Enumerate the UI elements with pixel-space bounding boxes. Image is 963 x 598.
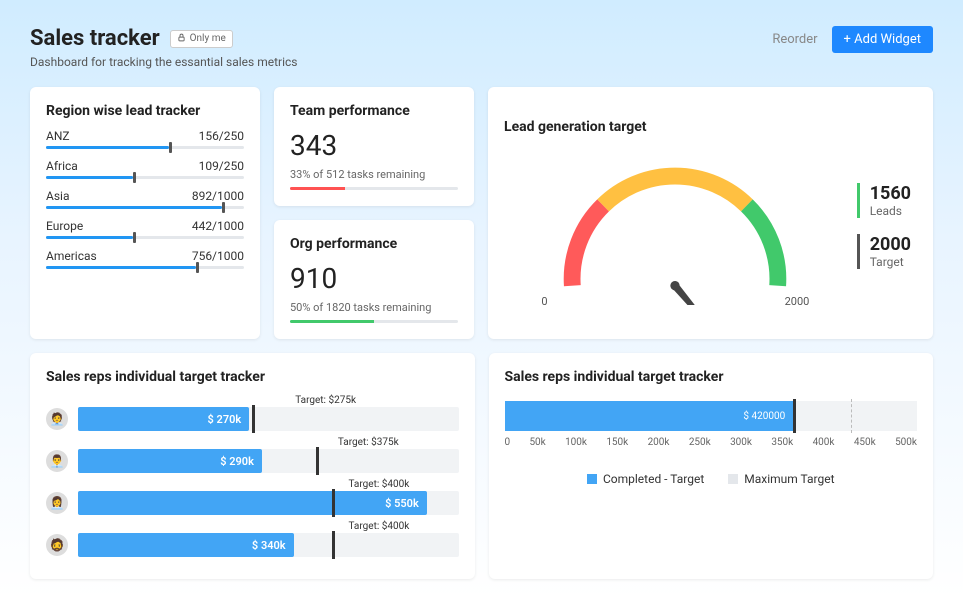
region-val: 892/1000: [192, 189, 244, 203]
rep-target-mark: [332, 489, 335, 517]
region-val: 442/1000: [192, 219, 244, 233]
reorder-link[interactable]: Reorder: [772, 32, 817, 47]
region-slider[interactable]: [46, 146, 244, 149]
axis-tick: 300k: [730, 437, 752, 448]
single-chart: $ 420000 0 50k 100k 150k 200k 250k 300k 350k 400…: [505, 395, 918, 486]
rep-bar: $ 270k: [78, 407, 459, 431]
team-title: Team performance: [290, 103, 458, 119]
visibility-label: Only me: [190, 33, 226, 44]
team-progress: [290, 187, 458, 190]
region-slider[interactable]: [46, 236, 244, 239]
region-row: ANZ 156/250: [46, 129, 244, 149]
region-slider[interactable]: [46, 266, 244, 269]
region-name: Americas: [46, 249, 97, 263]
avatar: 🧑‍💼: [46, 408, 68, 430]
axis-tick: 150k: [606, 437, 628, 448]
region-val: 156/250: [199, 129, 244, 143]
org-value: 910: [290, 262, 458, 295]
axis-tick: 250k: [689, 437, 711, 448]
axis-tick: 100k: [565, 437, 587, 448]
region-slider[interactable]: [46, 206, 244, 209]
rep-target-label: Target: $375k: [338, 437, 459, 448]
gauge-max: 2000: [785, 295, 810, 308]
axis-tick: 500k: [895, 437, 917, 448]
axis-tick: 450k: [854, 437, 876, 448]
page-subtitle: Dashboard for tracking the essantial sal…: [30, 55, 297, 69]
rep-target-mark: [332, 531, 335, 559]
org-card: Org performance 910 50% of 1820 tasks re…: [274, 220, 474, 339]
target-num: 2000: [870, 234, 911, 255]
team-card: Team performance 343 33% of 512 tasks re…: [274, 87, 474, 206]
org-title: Org performance: [290, 236, 458, 252]
gauge-card: Lead generation target 0 2000: [488, 87, 933, 339]
avatar: 👨‍💼: [46, 450, 68, 472]
leads-lbl: Leads: [870, 204, 911, 218]
lock-icon: [177, 33, 186, 45]
rep-row: 👩‍💼 $ 550k: [46, 491, 459, 515]
axis-tick: 50k: [529, 437, 545, 448]
gauge-chart: 0 2000: [504, 145, 847, 308]
header: Sales tracker Only me Dashboard for trac…: [30, 26, 933, 69]
rep-row: 🧑‍💼 $ 270k: [46, 407, 459, 431]
gauge-stats: 1560 Leads 2000 Target: [857, 183, 917, 269]
avatar: 🧔: [46, 534, 68, 556]
region-card: Region wise lead tracker ANZ 156/250 Afri…: [30, 87, 260, 339]
team-value: 343: [290, 129, 458, 162]
rep-bar: $ 290k: [78, 449, 459, 473]
rep-fill: $ 270k: [78, 407, 249, 431]
target-lbl: Target: [870, 255, 911, 269]
rep-target-label: Target: $275k: [295, 395, 458, 406]
reps-card: Sales reps individual target tracker Tar…: [30, 353, 475, 579]
single-title: Sales reps individual target tracker: [505, 369, 918, 385]
region-slider[interactable]: [46, 176, 244, 179]
rep-bar: $ 550k: [78, 491, 459, 515]
org-progress: [290, 320, 458, 323]
axis-tick: 350k: [771, 437, 793, 448]
rep-fill: $ 290k: [78, 449, 262, 473]
region-name: ANZ: [46, 129, 70, 143]
region-val: 756/1000: [192, 249, 244, 263]
gauge-min: 0: [541, 295, 547, 308]
region-name: Asia: [46, 189, 69, 203]
region-name: Europe: [46, 219, 83, 233]
axis-tick: 200k: [648, 437, 670, 448]
gauge-title: Lead generation target: [504, 119, 917, 135]
reps-title: Sales reps individual target tracker: [46, 369, 459, 385]
visibility-badge[interactable]: Only me: [170, 30, 233, 48]
region-row: Americas 756/1000: [46, 249, 244, 269]
region-row: Asia 892/1000: [46, 189, 244, 209]
leads-num: 1560: [870, 183, 911, 204]
rep-row: 👨‍💼 $ 290k: [46, 449, 459, 473]
region-val: 109/250: [199, 159, 244, 173]
region-title: Region wise lead tracker: [46, 103, 244, 119]
rep-row: 🧔 $ 340k: [46, 533, 459, 557]
region-row: Africa 109/250: [46, 159, 244, 179]
rep-bar: $ 340k: [78, 533, 459, 557]
axis-tick: 400k: [813, 437, 835, 448]
title-block: Sales tracker Only me Dashboard for trac…: [30, 26, 297, 69]
page-title: Sales tracker: [30, 26, 160, 51]
axis-tick: 0: [505, 437, 511, 448]
avatar: 👩‍💼: [46, 492, 68, 514]
region-name: Africa: [46, 159, 78, 173]
rep-target-mark: [252, 405, 255, 433]
single-val: $ 420000: [743, 411, 785, 422]
single-card: Sales reps individual target tracker $ 4…: [489, 353, 934, 579]
rep-target-label: Target: $400k: [349, 521, 459, 532]
legend-completed: Completed - Target: [587, 472, 704, 486]
header-actions: Reorder + Add Widget: [772, 26, 933, 53]
region-row: Europe 442/1000: [46, 219, 244, 239]
rep-target-mark: [316, 447, 319, 475]
rep-target-label: Target: $400k: [349, 479, 459, 490]
team-sub: 33% of 512 tasks remaining: [290, 168, 458, 181]
org-sub: 50% of 1820 tasks remaining: [290, 301, 458, 314]
legend-max: Maximum Target: [728, 472, 834, 486]
rep-fill: $ 340k: [78, 533, 294, 557]
rep-fill: $ 550k: [78, 491, 427, 515]
add-widget-button[interactable]: + Add Widget: [832, 26, 933, 53]
